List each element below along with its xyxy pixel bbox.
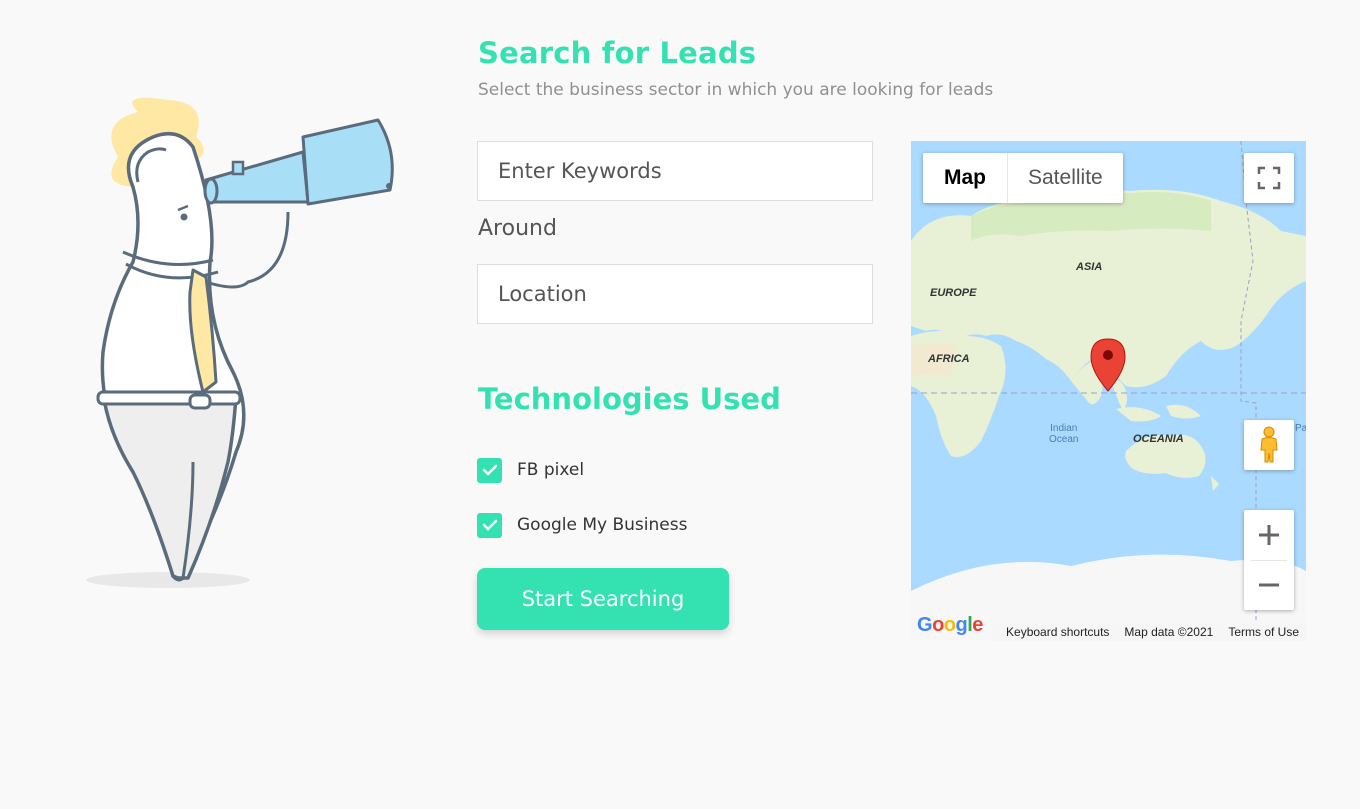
tech-checkbox-fb-pixel[interactable]: FB pixel <box>477 457 584 483</box>
map-widget[interactable]: ASIA EUROPE AFRICA OCEANIA Indian Ocean … <box>911 141 1306 641</box>
tech-label-google-my-business: Google My Business <box>517 515 688 535</box>
page-subtitle: Select the business sector in which you … <box>478 80 994 100</box>
zoom-control[interactable] <box>1244 510 1294 610</box>
map-footer: Keyboard shortcuts Map data ©2021 Terms … <box>993 623 1306 641</box>
keyboard-shortcuts-link[interactable]: Keyboard shortcuts <box>1006 625 1109 639</box>
telescope-man-illustration <box>86 97 394 588</box>
tech-label-fb-pixel: FB pixel <box>517 460 585 480</box>
map-label-oceania: OCEANIA <box>1133 433 1184 445</box>
checkbox-checked-icon[interactable] <box>477 512 502 538</box>
map-label-africa: AFRICA <box>928 353 970 365</box>
zoom-in-button[interactable] <box>1244 511 1294 560</box>
location-input[interactable] <box>477 264 873 324</box>
map-label-europe: EUROPE <box>930 287 977 299</box>
map-type-map-tab[interactable]: Map <box>923 153 1007 203</box>
checkbox-checked-icon[interactable] <box>477 457 502 483</box>
around-label: Around <box>478 216 557 241</box>
plus-icon <box>1259 525 1279 545</box>
map-label-ocean: Ocean <box>1049 434 1079 445</box>
street-view-pegman-button[interactable] <box>1244 420 1294 470</box>
fullscreen-button[interactable] <box>1244 153 1294 203</box>
page-title: Search for Leads <box>478 36 757 70</box>
terms-of-use-link[interactable]: Terms of Use <box>1228 625 1299 639</box>
start-searching-button[interactable]: Start Searching <box>477 568 729 630</box>
map-type-satellite-tab[interactable]: Satellite <box>1007 153 1123 203</box>
map-type-control[interactable]: Map Satellite <box>923 153 1123 203</box>
map-label-indian: Indian <box>1050 423 1078 434</box>
map-label-asia: ASIA <box>1076 261 1103 273</box>
fullscreen-icon <box>1257 166 1281 190</box>
google-logo: Google <box>917 614 983 636</box>
zoom-out-button[interactable] <box>1244 561 1294 610</box>
tech-checkbox-google-my-business[interactable]: Google My Business <box>477 512 687 538</box>
map-label-pacific-fragment: Pac <box>1295 423 1306 434</box>
minus-icon <box>1259 583 1279 587</box>
technologies-title: Technologies Used <box>478 382 781 416</box>
keywords-input[interactable] <box>477 141 873 201</box>
map-label-indian-ocean: Indian Ocean <box>1049 423 1078 445</box>
map-data-attribution: Map data ©2021 <box>1124 625 1214 639</box>
pegman-icon <box>1260 426 1278 463</box>
